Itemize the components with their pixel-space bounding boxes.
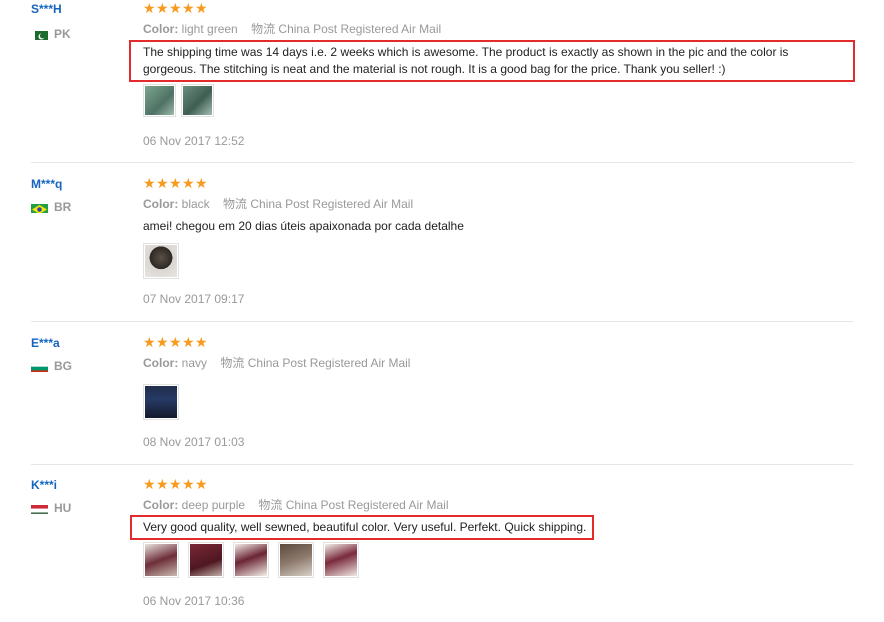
star-rating: ★ ★ ★ ★ ★ [143, 175, 863, 191]
star-icon: ★ [143, 0, 156, 16]
pk-flag-icon [31, 29, 48, 40]
review-photos [143, 384, 179, 420]
review-photo[interactable] [323, 542, 359, 578]
review-meta: Color: navy 物流 China Post Registered Air… [143, 356, 863, 370]
shipping-label: 物流 [220, 356, 245, 370]
review-body: ★ ★ ★ ★ ★ Color: light green 物流 China Post R… [129, 0, 863, 148]
country-code: PK [54, 27, 71, 41]
color-label: Color: [143, 22, 179, 36]
star-icon: ★ [143, 334, 156, 350]
star-icon: ★ [182, 334, 195, 350]
country-code: HU [54, 501, 72, 515]
review-photo[interactable] [278, 542, 314, 578]
reviewer-name[interactable]: S***H [31, 2, 71, 16]
star-icon: ★ [195, 175, 208, 191]
review-photo[interactable] [188, 542, 224, 578]
color-value: navy [181, 356, 208, 370]
review-photo[interactable] [233, 542, 269, 578]
star-icon: ★ [182, 476, 195, 492]
color-value: black [181, 197, 210, 211]
shipping-label: 物流 [223, 197, 248, 211]
review-date: 07 Nov 2017 09:17 [143, 292, 245, 306]
star-icon: ★ [195, 476, 208, 492]
star-icon: ★ [195, 334, 208, 350]
star-icon: ★ [156, 476, 169, 492]
review-photo[interactable] [181, 84, 214, 117]
star-icon: ★ [156, 0, 169, 16]
review-body: ★ ★ ★ ★ ★ Color: deep purple 物流 China Post R… [130, 476, 863, 608]
review-photo[interactable] [143, 84, 176, 117]
star-rating: ★ ★ ★ ★ ★ [143, 476, 863, 492]
review-meta: Color: deep purple 物流 China Post Registe… [143, 498, 863, 512]
star-icon: ★ [143, 175, 156, 191]
review-body: ★ ★ ★ ★ ★ Color: black 物流 China Post Registe… [143, 175, 863, 306]
star-icon: ★ [169, 334, 182, 350]
reviewer-name[interactable]: K***i [31, 478, 71, 492]
review-date: 08 Nov 2017 01:03 [143, 435, 245, 449]
review-photo[interactable] [143, 243, 179, 279]
review-photos [143, 243, 179, 279]
star-icon: ★ [182, 175, 195, 191]
star-icon: ★ [169, 0, 182, 16]
review-photo[interactable] [143, 384, 179, 420]
country-code: BR [54, 200, 72, 214]
color-value: light green [181, 22, 238, 36]
color-label: Color: [143, 356, 179, 370]
star-icon: ★ [195, 0, 208, 16]
divider [31, 162, 853, 163]
review-photos [143, 84, 214, 117]
shipping-label: 物流 [251, 22, 276, 36]
shipping-value: China Post Registered Air Mail [247, 356, 411, 370]
review-date: 06 Nov 2017 10:36 [143, 594, 245, 608]
br-flag-icon [31, 202, 48, 213]
review-meta: Color: light green 物流 China Post Registe… [143, 22, 863, 36]
review-text: Very good quality, well sewned, beautifu… [130, 515, 595, 540]
review-body: ★ ★ ★ ★ ★ Color: navy 物流 China Post Register… [143, 334, 863, 449]
star-rating: ★ ★ ★ ★ ★ [143, 0, 863, 16]
color-label: Color: [143, 498, 179, 512]
review-text: amei! chegou em 20 dias úteis apaixonada… [143, 219, 464, 233]
star-icon: ★ [156, 175, 169, 191]
hu-flag-icon [31, 503, 48, 514]
review-photos [143, 542, 359, 578]
divider [31, 321, 853, 322]
shipping-value: China Post Registered Air Mail [250, 197, 414, 211]
bg-flag-icon [31, 361, 48, 372]
review-text: The shipping time was 14 days i.e. 2 wee… [129, 40, 855, 82]
reviewer-country: PK [31, 28, 71, 40]
reviewer-info: M***q BR [31, 177, 71, 213]
star-icon: ★ [169, 476, 182, 492]
reviewer-name[interactable]: E***a [31, 336, 72, 350]
star-icon: ★ [182, 0, 195, 16]
country-code: BG [54, 359, 72, 373]
review-photo[interactable] [143, 542, 179, 578]
color-value: deep purple [181, 498, 246, 512]
review-meta: Color: black 物流 China Post Registered Ai… [143, 197, 863, 211]
reviewer-country: BR [31, 201, 71, 213]
shipping-value: China Post Registered Air Mail [278, 22, 442, 36]
reviewer-info: K***i HU [31, 478, 71, 514]
shipping-label: 物流 [258, 498, 283, 512]
star-icon: ★ [169, 175, 182, 191]
star-icon: ★ [156, 334, 169, 350]
reviewer-name[interactable]: M***q [31, 177, 71, 191]
star-icon: ★ [143, 476, 156, 492]
reviewer-info: E***a BG [31, 336, 72, 372]
star-rating: ★ ★ ★ ★ ★ [143, 334, 863, 350]
reviewer-country: HU [31, 502, 71, 514]
divider [31, 464, 853, 465]
reviewer-info: S***H PK [31, 2, 71, 40]
color-label: Color: [143, 197, 179, 211]
review-date: 06 Nov 2017 12:52 [143, 134, 245, 148]
reviewer-country: BG [31, 360, 72, 372]
shipping-value: China Post Registered Air Mail [285, 498, 449, 512]
